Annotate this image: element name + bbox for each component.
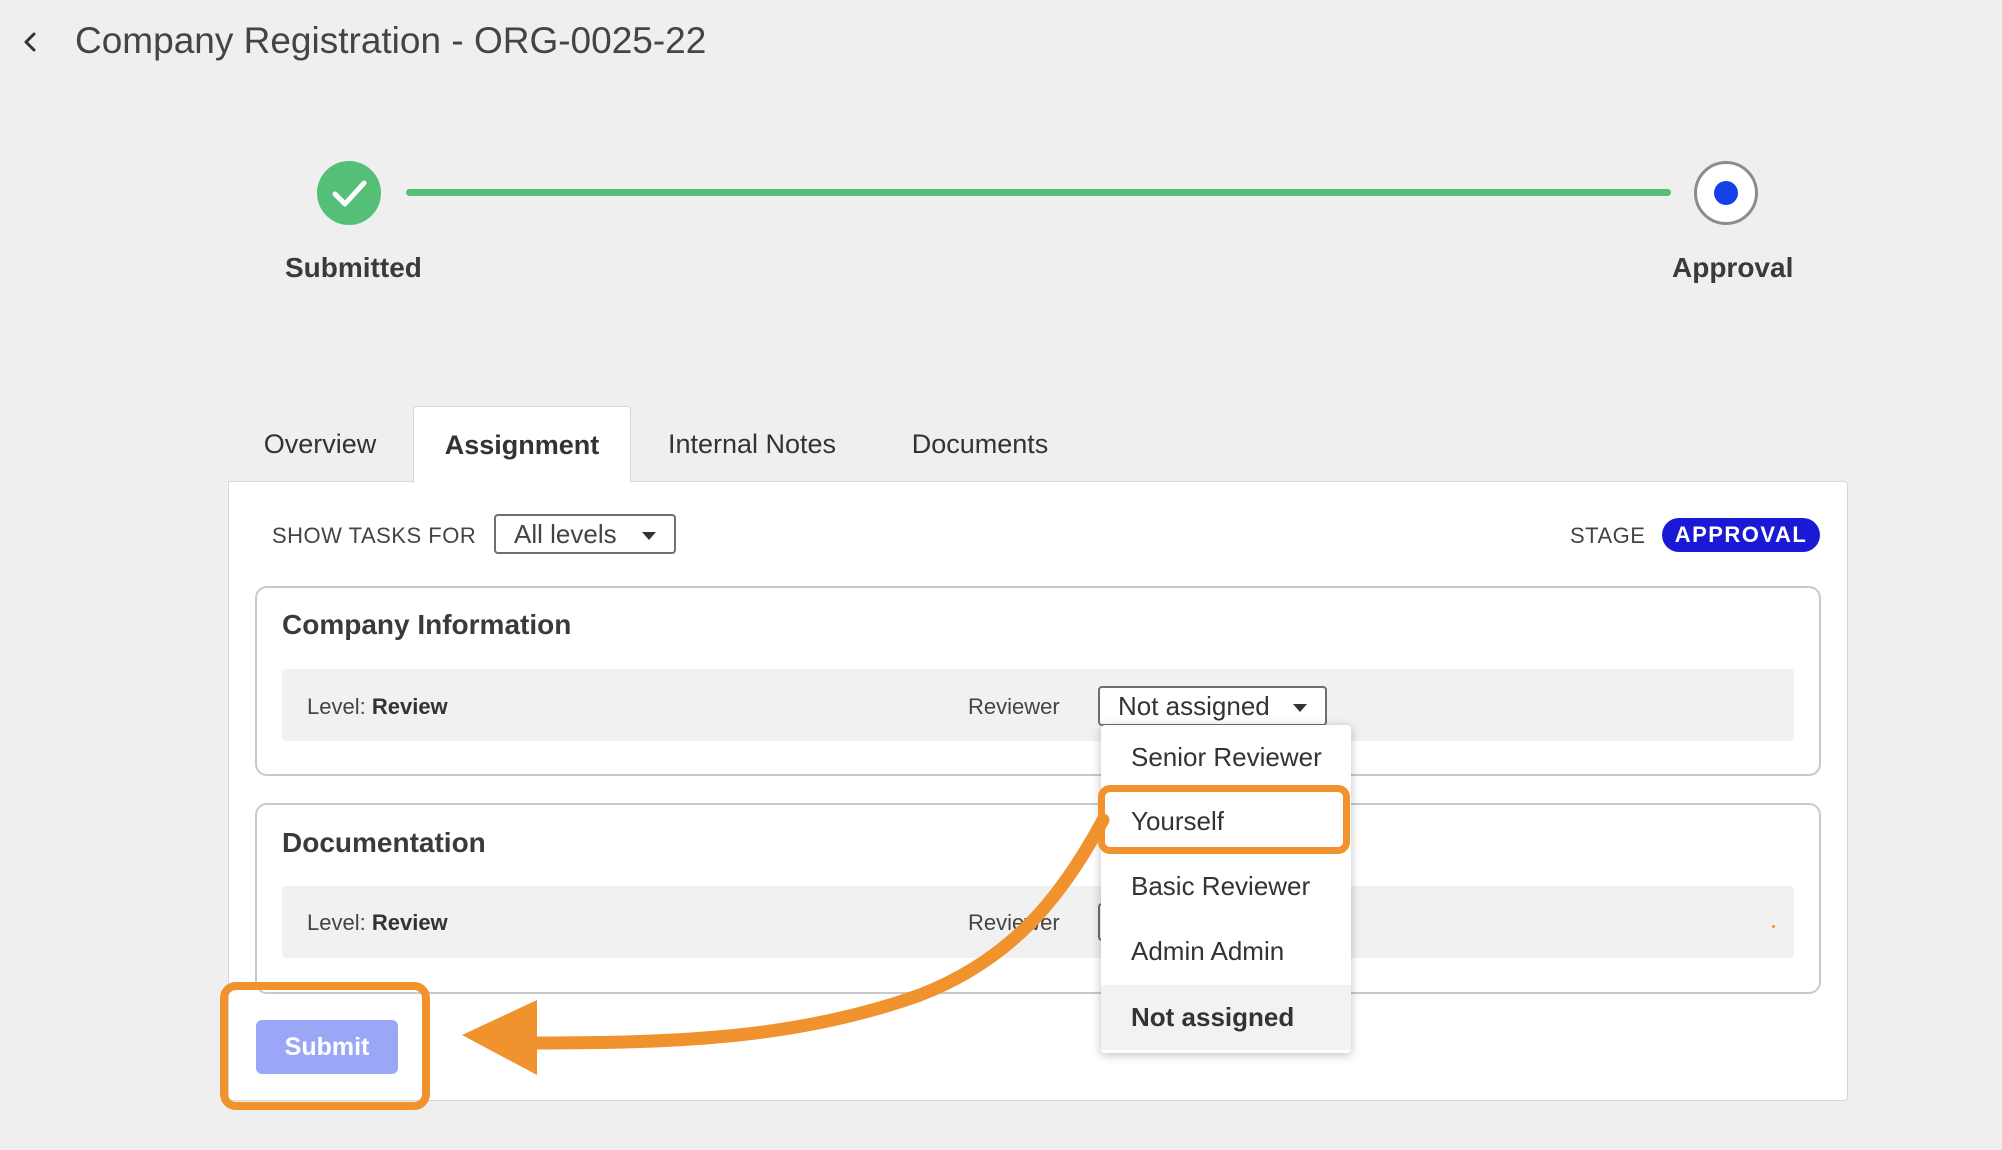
section-title: Documentation (282, 827, 486, 858)
step-approval-indicator (1694, 161, 1758, 225)
current-step-dot (1714, 181, 1738, 205)
page-title: Company Registration - ORG-0025-22 (75, 20, 707, 61)
back-button[interactable] (16, 24, 46, 64)
assignment-panel (228, 481, 1848, 1101)
highlight-submit-annotation (220, 982, 430, 1110)
stage-label: STAGE (1570, 523, 1646, 548)
menu-item-admin-admin[interactable]: Admin Admin (1101, 919, 1351, 983)
level-prefix: Level: (307, 910, 366, 935)
caret-down-icon (642, 532, 656, 540)
step-submitted-indicator (317, 161, 381, 225)
tab-internal-notes[interactable]: Internal Notes (632, 406, 872, 482)
level-value: Review (371, 910, 448, 935)
tab-assignment[interactable]: Assignment (413, 406, 631, 483)
levels-select[interactable]: All levels (494, 514, 676, 554)
tab-overview[interactable]: Overview (228, 406, 412, 482)
levels-select-value: All levels (514, 518, 617, 549)
reviewer-select-value: Not assigned (1118, 690, 1270, 721)
level-value: Review (371, 694, 448, 719)
checkmark-icon (332, 180, 367, 207)
section-title: Company Information (282, 609, 572, 640)
level-text: Level: Review (307, 910, 448, 936)
tab-documents[interactable]: Documents (872, 406, 1088, 482)
show-tasks-label: SHOW TASKS FOR (272, 523, 477, 548)
highlight-yourself-annotation (1098, 785, 1350, 854)
menu-item-senior-reviewer[interactable]: Senior Reviewer (1101, 725, 1351, 789)
chevron-left-icon (24, 32, 36, 52)
caret-down-icon (1293, 704, 1307, 712)
stage-badge: APPROVAL (1662, 518, 1820, 552)
reviewer-dropdown-menu: Senior Reviewer Yourself Basic Reviewer … (1101, 725, 1351, 1053)
reviewer-select[interactable]: Not assigned (1098, 686, 1327, 726)
step-label-submitted: Submitted (285, 252, 422, 283)
menu-item-not-assigned[interactable]: Not assigned (1101, 985, 1351, 1050)
menu-item-basic-reviewer[interactable]: Basic Reviewer (1101, 854, 1351, 918)
reviewer-label: Reviewer (968, 694, 1060, 719)
level-text: Level: Review (307, 694, 448, 720)
annotation-dot (1772, 925, 1775, 928)
level-prefix: Level: (307, 694, 366, 719)
stepper-progress-line (406, 189, 1671, 196)
reviewer-label: Reviewer (968, 910, 1060, 935)
step-label-approval: Approval (1672, 252, 1794, 283)
